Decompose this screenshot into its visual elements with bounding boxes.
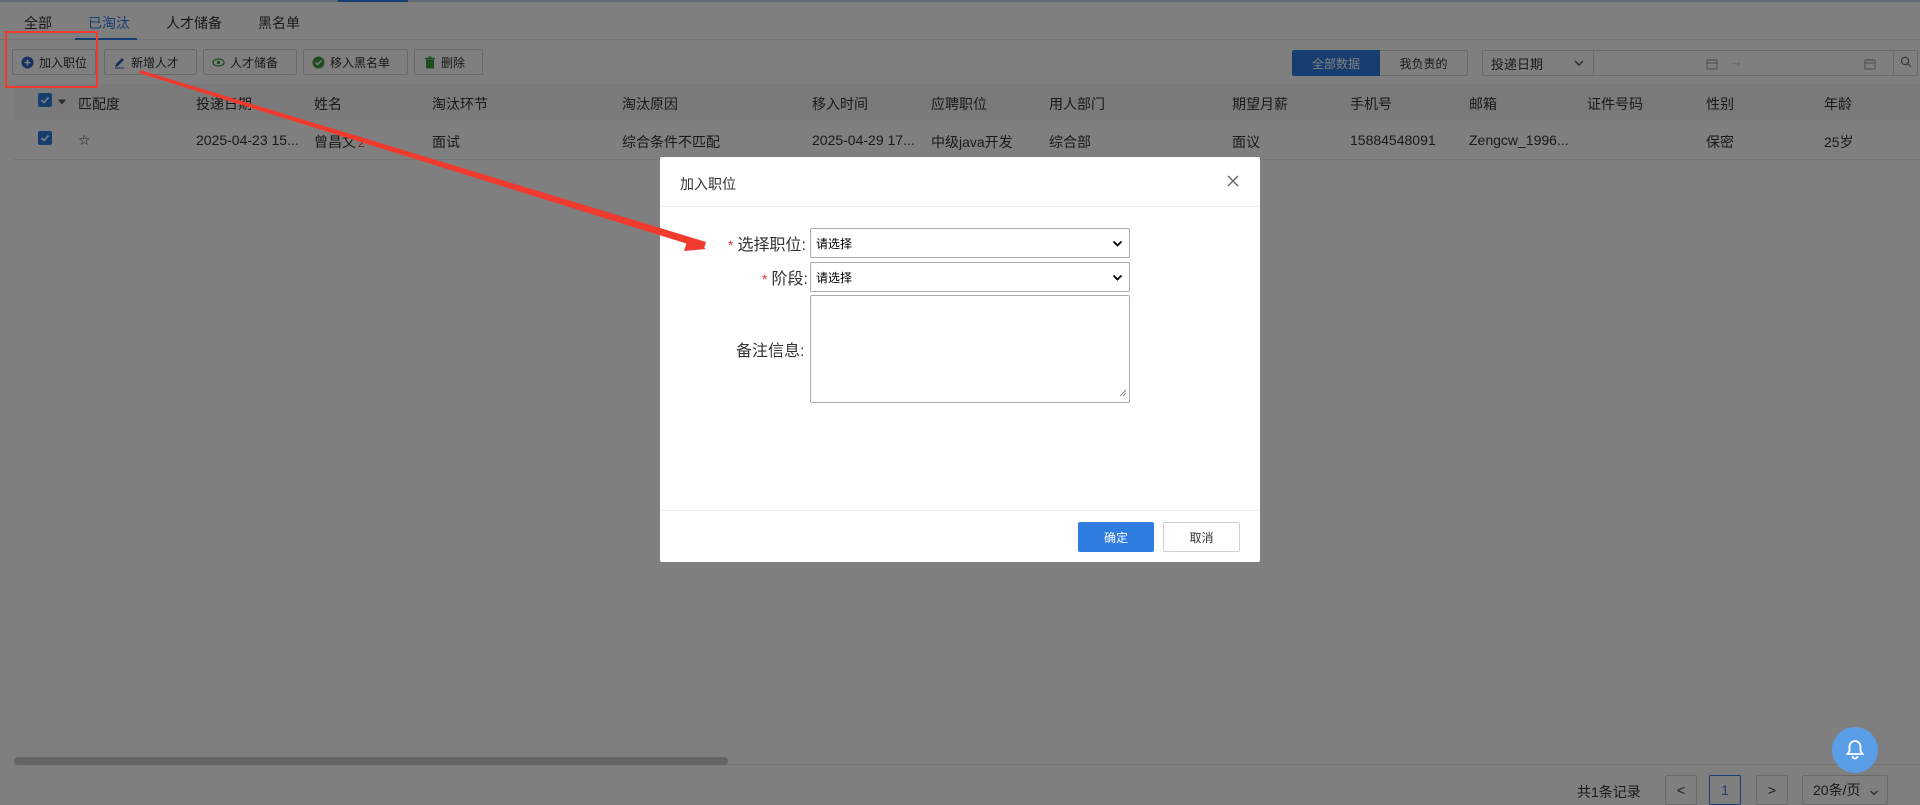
annotation-arrow bbox=[139, 70, 706, 251]
